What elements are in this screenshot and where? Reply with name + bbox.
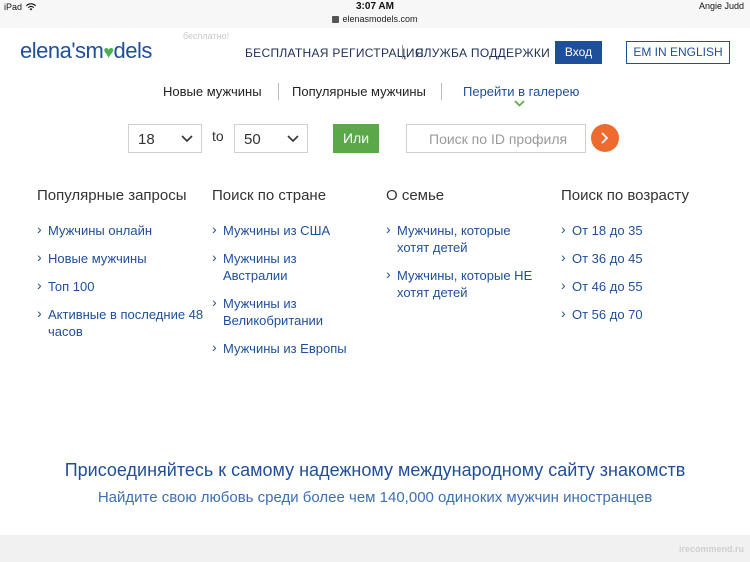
profile-id-search-input[interactable] (406, 124, 586, 153)
link-top-100[interactable]: Топ 100 (37, 277, 207, 295)
range-to-label: to (212, 128, 224, 144)
link-age-36-45[interactable]: От 36 до 45 (561, 249, 741, 267)
column-title: О семье (386, 187, 445, 204)
link-age-46-55[interactable]: От 46 до 55 (561, 277, 741, 295)
age-from-select[interactable]: 18 (128, 124, 202, 153)
column-title: Популярные запросы (37, 187, 187, 204)
nav-popular-men[interactable]: Популярные мужчины (292, 84, 426, 99)
faded-banner-text: бесплатно! (183, 31, 230, 41)
link-men-australia[interactable]: Мужчины из Австралии (212, 249, 322, 284)
chevron-down-icon (181, 135, 193, 143)
url-text: elenasmodels.com (342, 14, 418, 24)
header-divider (402, 45, 403, 59)
link-men-online[interactable]: Мужчины онлайн (37, 221, 207, 239)
age-to-value: 50 (244, 131, 261, 148)
link-age-18-35[interactable]: От 18 до 35 (561, 221, 741, 239)
search-go-button[interactable] (591, 124, 619, 152)
link-new-men[interactable]: Новые мужчины (37, 249, 207, 267)
clock: 3:07 AM (356, 1, 394, 12)
tagline-subheading: Найдите свою любовь среди более чем 140,… (97, 489, 653, 506)
nav-new-men[interactable]: Новые мужчины (163, 84, 262, 99)
or-button[interactable]: Или (333, 124, 379, 153)
ios-status-bar: iPad 3:07 AM Angie Judd (0, 0, 750, 14)
nav-divider (278, 83, 279, 100)
heart-logo-icon: ♥ (103, 42, 114, 62)
link-no-kids[interactable]: Мужчины, которые НЕ хотят детей (386, 266, 546, 301)
column-popular-queries: Популярные запросы Мужчины онлайн Новые … (37, 186, 207, 351)
footer-band (0, 535, 750, 562)
chevron-down-icon (514, 100, 525, 107)
logo-text-3: dels (113, 38, 153, 63)
logo-text-2: m (85, 38, 104, 63)
nav-gallery[interactable]: Перейти в галерею (463, 84, 579, 99)
column-title: Поиск по стране (212, 187, 327, 204)
column-search-age: Поиск по возрасту От 18 до 35 От 36 до 4… (561, 186, 741, 334)
site-logo[interactable]: elena'sm♥dels (20, 38, 152, 64)
age-from-value: 18 (138, 131, 155, 148)
login-button[interactable]: Вход (555, 41, 602, 64)
address-bar[interactable]: elenasmodels.com (0, 14, 750, 28)
chevron-down-icon (287, 135, 299, 143)
user-name: Angie Judd (698, 1, 744, 11)
column-family: О семье Мужчины, которые хотят детей Муж… (386, 186, 551, 312)
support-link[interactable]: СЛУЖБА ПОДДЕРЖКИ (415, 46, 550, 60)
nav-divider (441, 83, 442, 100)
link-men-uk[interactable]: Мужчины из Великобритании (212, 294, 342, 329)
age-to-select[interactable]: 50 (234, 124, 308, 153)
column-search-country: Поиск по стране Мужчины из США Мужчины и… (212, 186, 372, 368)
english-version-button[interactable]: EM IN ENGLISH (626, 41, 730, 64)
link-men-europe[interactable]: Мужчины из Европы (212, 339, 372, 357)
watermark: irecommend.ru (678, 544, 744, 554)
free-registration-link[interactable]: БЕСПЛАТНАЯ РЕГИСТРАЦИЯ (245, 46, 424, 60)
link-men-usa[interactable]: Мужчины из США (212, 221, 372, 239)
logo-text-1: elena's (20, 38, 86, 63)
chevron-right-icon (601, 132, 609, 144)
link-age-56-70[interactable]: От 56 до 70 (561, 305, 741, 323)
tagline-heading: Присоединяйтесь к самому надежному между… (64, 460, 686, 480)
link-want-kids[interactable]: Мужчины, которые хотят детей (386, 221, 526, 256)
column-title: Поиск по возрасту (561, 187, 689, 204)
lock-icon (332, 16, 340, 24)
link-active-48h[interactable]: Активные в последние 48 часов (37, 305, 207, 340)
